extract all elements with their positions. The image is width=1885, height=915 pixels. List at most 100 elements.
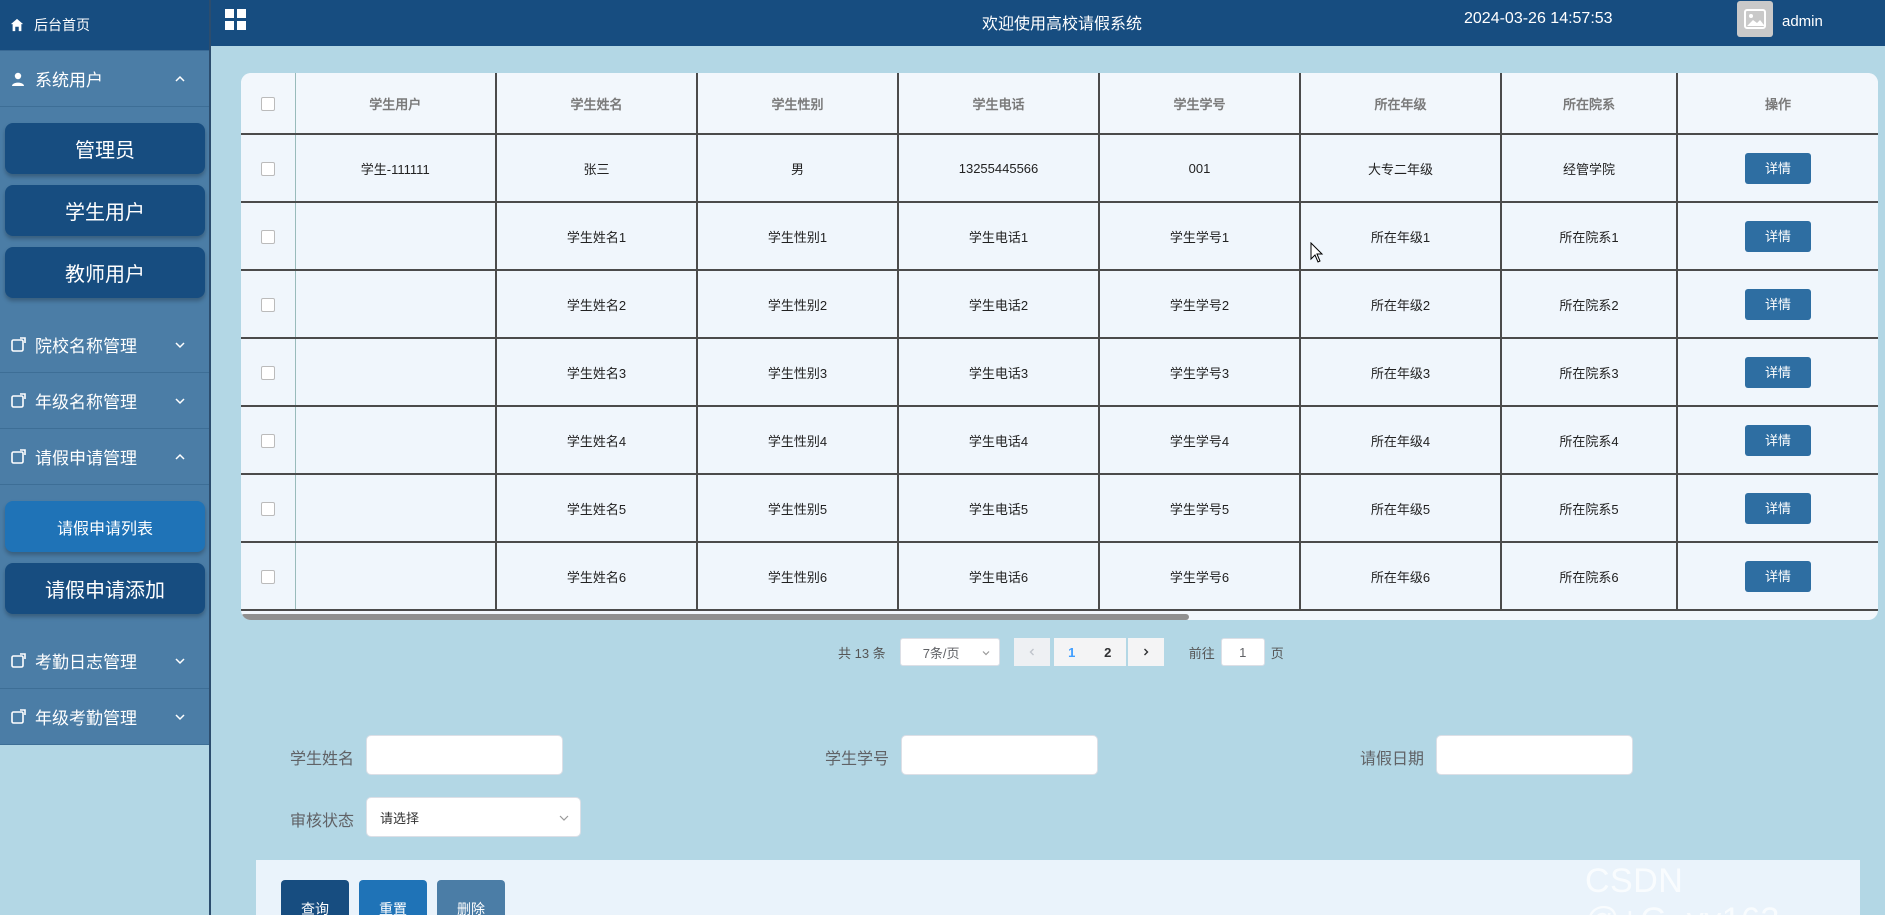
- column-header: 所在院系: [1501, 73, 1678, 135]
- row-checkbox[interactable]: [260, 569, 275, 584]
- prev-page-button[interactable]: [1013, 638, 1050, 666]
- document-icon: [11, 448, 26, 464]
- status-select[interactable]: 请选择: [366, 797, 581, 837]
- table-cell: 学生姓名2: [496, 270, 698, 339]
- row-select-cell: [241, 338, 296, 407]
- table-cell: 所在年级2: [1300, 270, 1502, 339]
- menu-item-leave-add[interactable]: 请假申请添加: [5, 563, 205, 614]
- menu-college-names-label: 院校名称管理: [35, 337, 137, 356]
- row-select-cell: [241, 542, 296, 611]
- chevron-up-icon: [175, 453, 185, 460]
- avatar[interactable]: [1737, 1, 1773, 37]
- current-datetime: 2024-03-26 14:57:53: [1464, 10, 1613, 27]
- grid-menu-icon[interactable]: [224, 8, 248, 32]
- row-actions-cell: 详情: [1677, 542, 1878, 611]
- row-actions-cell: 详情: [1677, 474, 1878, 543]
- site-title: 欢迎使用高校请假系统: [982, 16, 1143, 33]
- detail-button[interactable]: 详情: [1745, 492, 1811, 524]
- student-name-input[interactable]: [366, 735, 563, 775]
- table-cell: 001: [1099, 134, 1301, 203]
- status-label: 审核状态: [290, 813, 355, 830]
- data-table: 学生用户 学生姓名 学生性别 学生电话 学生学号 所在年级 所在院系 操作 学生…: [241, 73, 1878, 620]
- goto-page-input[interactable]: 1: [1220, 638, 1265, 666]
- table-cell: 经管学院: [1501, 134, 1678, 203]
- table-cell: 学生姓名6: [496, 542, 698, 611]
- page-button-1[interactable]: 1: [1053, 638, 1090, 666]
- detail-button[interactable]: 详情: [1745, 220, 1811, 252]
- table-cell: 张三: [496, 134, 698, 203]
- table-cell: [295, 338, 497, 407]
- table-row: 学生姓名3 学生性别3 学生电话3 学生学号3 所在年级3 所在院系3 详情: [241, 338, 1878, 407]
- table-cell: 13255445566: [898, 134, 1100, 203]
- page-size-select[interactable]: 7条/页: [899, 638, 1000, 666]
- detail-button[interactable]: 详情: [1745, 288, 1811, 320]
- user-icon: [12, 72, 24, 86]
- menu-item-leave-list[interactable]: 请假申请列表: [5, 501, 205, 552]
- detail-button[interactable]: 详情: [1745, 152, 1811, 184]
- table-cell: 所在院系2: [1501, 270, 1678, 339]
- table-row: 学生姓名2 学生性别2 学生电话2 学生学号2 所在年级2 所在院系2 详情: [241, 270, 1878, 339]
- sidebar-home[interactable]: 后台首页: [0, 0, 209, 51]
- table-cell: 所在年级3: [1300, 338, 1502, 407]
- menu-leave-requests[interactable]: 请假申请管理: [0, 429, 209, 485]
- row-checkbox[interactable]: [260, 161, 275, 176]
- chevron-down-icon: [175, 713, 185, 720]
- table-cell: 学生姓名3: [496, 338, 698, 407]
- menu-item-teacher-users[interactable]: 教师用户: [5, 247, 205, 298]
- table-cell: 所在院系6: [1501, 542, 1678, 611]
- leave-date-input[interactable]: [1436, 735, 1633, 775]
- menu-attendance-logs-label: 考勤日志管理: [35, 653, 137, 672]
- column-header: 学生学号: [1099, 73, 1301, 135]
- table-cell: 学生电话1: [898, 202, 1100, 271]
- pagination: 共 13 条 7条/页 1 2 前往 1 页: [838, 638, 1284, 666]
- table-cell: 学生姓名1: [496, 202, 698, 271]
- table-cell: 学生性别4: [697, 406, 899, 475]
- table-cell: 所在年级4: [1300, 406, 1502, 475]
- menu-attendance-logs[interactable]: 考勤日志管理: [0, 633, 209, 689]
- menu-college-names[interactable]: 院校名称管理: [0, 317, 209, 373]
- query-button[interactable]: 查询: [281, 880, 349, 915]
- row-actions-cell: 详情: [1677, 134, 1878, 203]
- horizontal-scrollbar[interactable]: [241, 614, 1189, 620]
- row-checkbox[interactable]: [260, 229, 275, 244]
- next-page-button[interactable]: [1127, 638, 1164, 666]
- delete-button[interactable]: 删除: [437, 880, 505, 915]
- table-cell: 学生-111111: [295, 134, 497, 203]
- table-cell: 学生电话6: [898, 542, 1100, 611]
- reset-button[interactable]: 重置: [359, 880, 427, 915]
- chevron-right-icon: [1143, 648, 1149, 656]
- detail-button[interactable]: 详情: [1745, 424, 1811, 456]
- pagination-total: 共 13 条: [838, 645, 886, 661]
- detail-button[interactable]: 详情: [1745, 356, 1811, 388]
- page-button-2[interactable]: 2: [1089, 638, 1126, 666]
- detail-button[interactable]: 详情: [1745, 560, 1811, 592]
- row-select-cell: [241, 134, 296, 203]
- menu-grade-attendance[interactable]: 年级考勤管理: [0, 689, 209, 745]
- row-checkbox[interactable]: [260, 433, 275, 448]
- select-all-checkbox[interactable]: [260, 96, 275, 111]
- table-cell: 学生学号4: [1099, 406, 1301, 475]
- username[interactable]: admin: [1782, 13, 1823, 30]
- menu-item-student-users[interactable]: 学生用户: [5, 185, 205, 236]
- menu-item-admin[interactable]: 管理员: [5, 123, 205, 174]
- row-select-cell: [241, 474, 296, 543]
- row-checkbox[interactable]: [260, 501, 275, 516]
- student-no-input[interactable]: [901, 735, 1098, 775]
- menu-leave-requests-label: 请假申请管理: [35, 449, 137, 468]
- table-cell: [295, 202, 497, 271]
- row-actions-cell: 详情: [1677, 338, 1878, 407]
- column-header: 操作: [1677, 73, 1878, 135]
- table-cell: 所在院系3: [1501, 338, 1678, 407]
- row-actions-cell: 详情: [1677, 270, 1878, 339]
- row-checkbox[interactable]: [260, 297, 275, 312]
- menu-grade-names[interactable]: 年级名称管理: [0, 373, 209, 429]
- submenu-system-users: 管理员 学生用户 教师用户: [0, 107, 209, 317]
- column-header: 所在年级: [1300, 73, 1502, 135]
- row-select-cell: [241, 202, 296, 271]
- column-header: 学生用户: [295, 73, 497, 135]
- table-cell: [295, 474, 497, 543]
- table-row: 学生姓名6 学生性别6 学生电话6 学生学号6 所在年级6 所在院系6 详情: [241, 542, 1878, 611]
- column-header: 学生姓名: [496, 73, 698, 135]
- menu-system-users[interactable]: 系统用户: [0, 51, 209, 107]
- row-checkbox[interactable]: [260, 365, 275, 380]
